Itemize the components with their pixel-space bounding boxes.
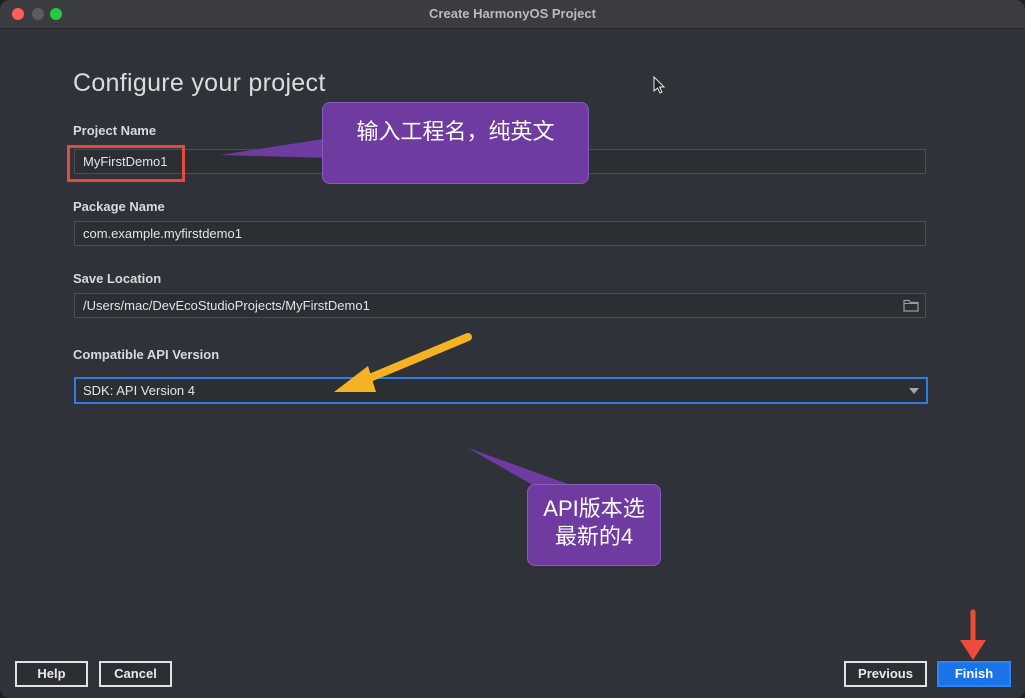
window-title: Create HarmonyOS Project: [429, 6, 596, 21]
create-project-dialog: Create HarmonyOS Project Configure your …: [0, 0, 1025, 698]
callout-api-line1: API版本选: [543, 496, 645, 521]
package-name-label: Package Name: [73, 199, 165, 214]
cancel-button[interactable]: Cancel: [99, 661, 172, 687]
save-location-label: Save Location: [73, 271, 162, 286]
folder-icon[interactable]: [903, 299, 919, 312]
project-name-highlight-box: [67, 145, 185, 182]
previous-button[interactable]: Previous: [844, 661, 927, 687]
help-button[interactable]: Help: [15, 661, 88, 687]
callout-api-line2: 最新的4: [554, 524, 634, 549]
package-name-input[interactable]: com.example.myfirstdemo1: [74, 221, 926, 246]
title-bar: Create HarmonyOS Project: [0, 0, 1025, 29]
red-arrow-icon: [960, 609, 986, 660]
api-version-select[interactable]: SDK: API Version 4: [74, 377, 928, 404]
mouse-cursor-icon: [653, 75, 666, 94]
callout-project-name: 输入工程名，纯英文: [322, 102, 589, 184]
save-location-input[interactable]: /Users/mac/DevEcoStudioProjects/MyFirstD…: [74, 293, 926, 318]
callout-api-version: API版本选 最新的4: [527, 484, 661, 566]
dropdown-arrow-icon[interactable]: [909, 388, 919, 394]
page-title: Configure your project: [73, 69, 326, 97]
finish-button[interactable]: Finish: [937, 661, 1011, 687]
project-name-label: Project Name: [73, 123, 157, 138]
api-version-label: Compatible API Version: [73, 347, 220, 362]
